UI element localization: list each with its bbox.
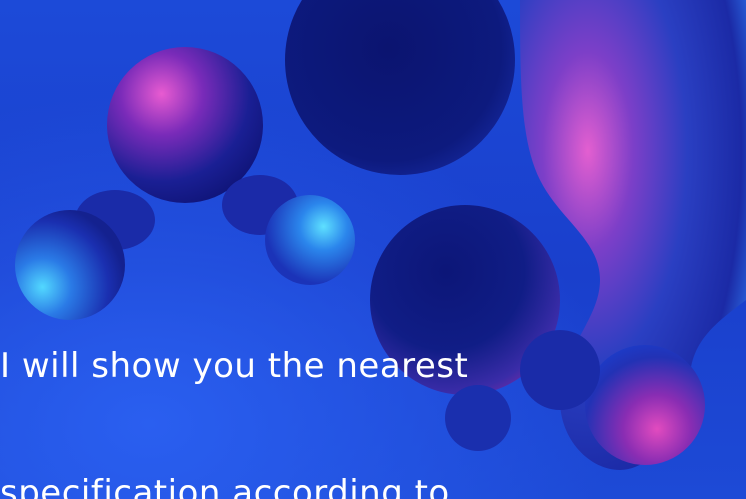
- magenta-sphere-left: [107, 47, 263, 203]
- small-sphere-bottom: [445, 385, 511, 451]
- top-dark-sphere: [285, 0, 515, 175]
- pink-sphere-right: [585, 345, 705, 465]
- slide-canvas: I will show you the nearest specificatio…: [0, 0, 746, 499]
- slide-text-line-1: I will show you the nearest: [0, 346, 469, 386]
- cyan-sphere-left: [15, 210, 125, 320]
- slide-text-line-2: specification according to: [0, 473, 450, 499]
- cyan-sphere-middle: [265, 195, 355, 285]
- molecule-decoration: [15, 0, 746, 470]
- small-sphere-bottom-2: [520, 330, 600, 410]
